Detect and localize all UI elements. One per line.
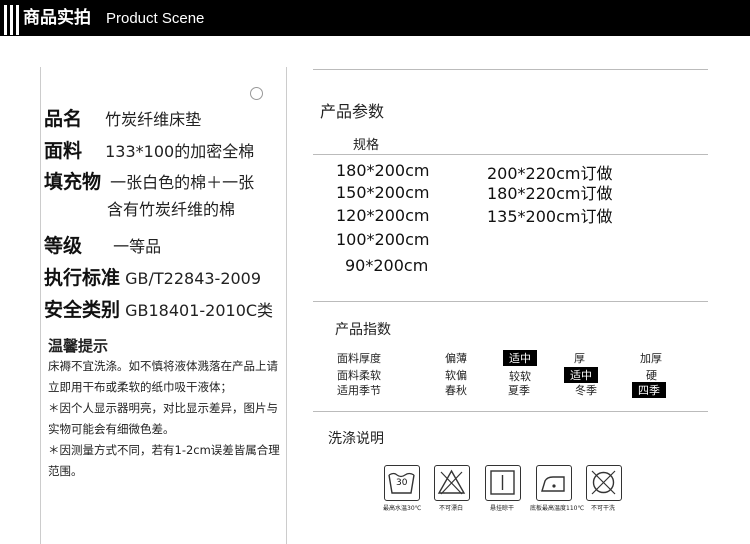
index-option: 厚 (574, 352, 585, 365)
info-value: GB/T22843-2009 (125, 269, 262, 288)
header-bar-3 (16, 5, 19, 35)
info-value: 133*100的加密全棉 (105, 142, 255, 161)
size-item-custom: 135*200cm订做 (487, 207, 613, 226)
index-option: 软偏 (445, 369, 467, 382)
info-value: GB18401-2010C类 (125, 301, 274, 320)
index-option: 硬 (646, 369, 657, 382)
hang-dry-icon (485, 465, 521, 501)
wash-temp-number: 30 (396, 478, 408, 488)
info-label: 品名 (44, 108, 83, 130)
index-option: 偏薄 (445, 352, 467, 365)
tip-item: 床褥不宜洗涤。如不慎将液体溅落在产品上请立即用干布或柔软的纸巾吸干液体； (48, 359, 278, 394)
header-title: 商品实拍 (23, 8, 91, 28)
tip-item: ＊因测量方式不同，若有1-2cm误差皆属合理范围。 (48, 443, 280, 478)
tip-item: ＊因个人显示器明亮，对比显示差异，图片与实物可能会有细微色差。 (48, 401, 278, 436)
size-item: 150*200cm (336, 183, 430, 202)
divider (313, 69, 708, 70)
size-item: 90*200cm (345, 256, 429, 275)
index-option: 冬季 (575, 384, 597, 397)
info-row-grade: 等级 一等品 (44, 231, 161, 258)
divider (313, 411, 708, 412)
tips-list: 床褥不宜洗涤。如不慎将液体溅落在产品上请立即用干布或柔软的纸巾吸干液体； ＊因个… (48, 356, 280, 482)
index-option: 夏季 (508, 384, 530, 397)
size-item: 180*200cm (336, 161, 430, 180)
wash-title: 洗涤说明 (328, 431, 384, 447)
spec-label: 规格 (353, 138, 380, 153)
header-bar-1 (4, 5, 7, 35)
care-label: 不可干洗 (591, 505, 616, 512)
index-option-selected: 适中 (503, 350, 537, 366)
info-row-filling-cont: 含有竹炭纤维的棉 (107, 196, 235, 220)
info-value: 一等品 (113, 237, 162, 256)
info-label: 面料 (44, 140, 83, 162)
info-row-fabric: 面料 133*100的加密全棉 (44, 136, 254, 163)
size-item: 100*200cm (336, 230, 430, 249)
care-label: 悬挂晾干 (490, 505, 515, 512)
divider (313, 154, 708, 155)
no-dry-clean-icon (586, 465, 622, 501)
info-row-safety: 安全类别 GB18401-2010C类 (44, 295, 273, 322)
info-value: 竹炭纤维床垫 (105, 110, 202, 129)
care-label: 最高水温30℃ (383, 505, 422, 512)
index-row-label: 面料柔软 (337, 369, 381, 382)
size-item: 120*200cm (336, 206, 430, 225)
index-option-selected: 四季 (632, 382, 666, 398)
header-subtitle: Product Scene (106, 10, 205, 27)
index-option-selected: 适中 (564, 367, 598, 383)
info-label: 执行标准 (44, 267, 121, 289)
info-value: 一张白色的棉＋一张 (110, 173, 255, 192)
params-title: 产品参数 (320, 102, 385, 121)
tips-title: 温馨提示 (48, 337, 109, 355)
info-value: 含有竹炭纤维的棉 (107, 200, 236, 219)
care-label: 不可漂白 (439, 505, 464, 512)
hang-ring-icon (250, 87, 263, 100)
divider (313, 301, 708, 302)
info-label: 填充物 (44, 171, 102, 193)
index-row-label: 适用季节 (337, 384, 381, 397)
info-label: 等级 (44, 235, 83, 257)
info-row-name: 品名 竹炭纤维床垫 (44, 104, 201, 131)
info-row-standard: 执行标准 GB/T22843-2009 (44, 263, 261, 290)
index-title: 产品指数 (335, 322, 391, 338)
iron-110-icon (536, 465, 572, 501)
info-row-filling: 填充物 一张白色的棉＋一张 (44, 167, 254, 194)
index-row-label: 面料厚度 (337, 352, 381, 365)
size-item-custom: 180*220cm订做 (487, 184, 613, 203)
header-bar-2 (10, 5, 13, 35)
no-bleach-icon (434, 465, 470, 501)
index-option: 加厚 (640, 352, 662, 365)
page-header: 商品实拍 Product Scene (0, 0, 750, 36)
info-label: 安全类别 (44, 299, 121, 321)
index-option: 春秋 (445, 384, 467, 397)
care-label: 底板最高温度110℃ (530, 505, 585, 512)
